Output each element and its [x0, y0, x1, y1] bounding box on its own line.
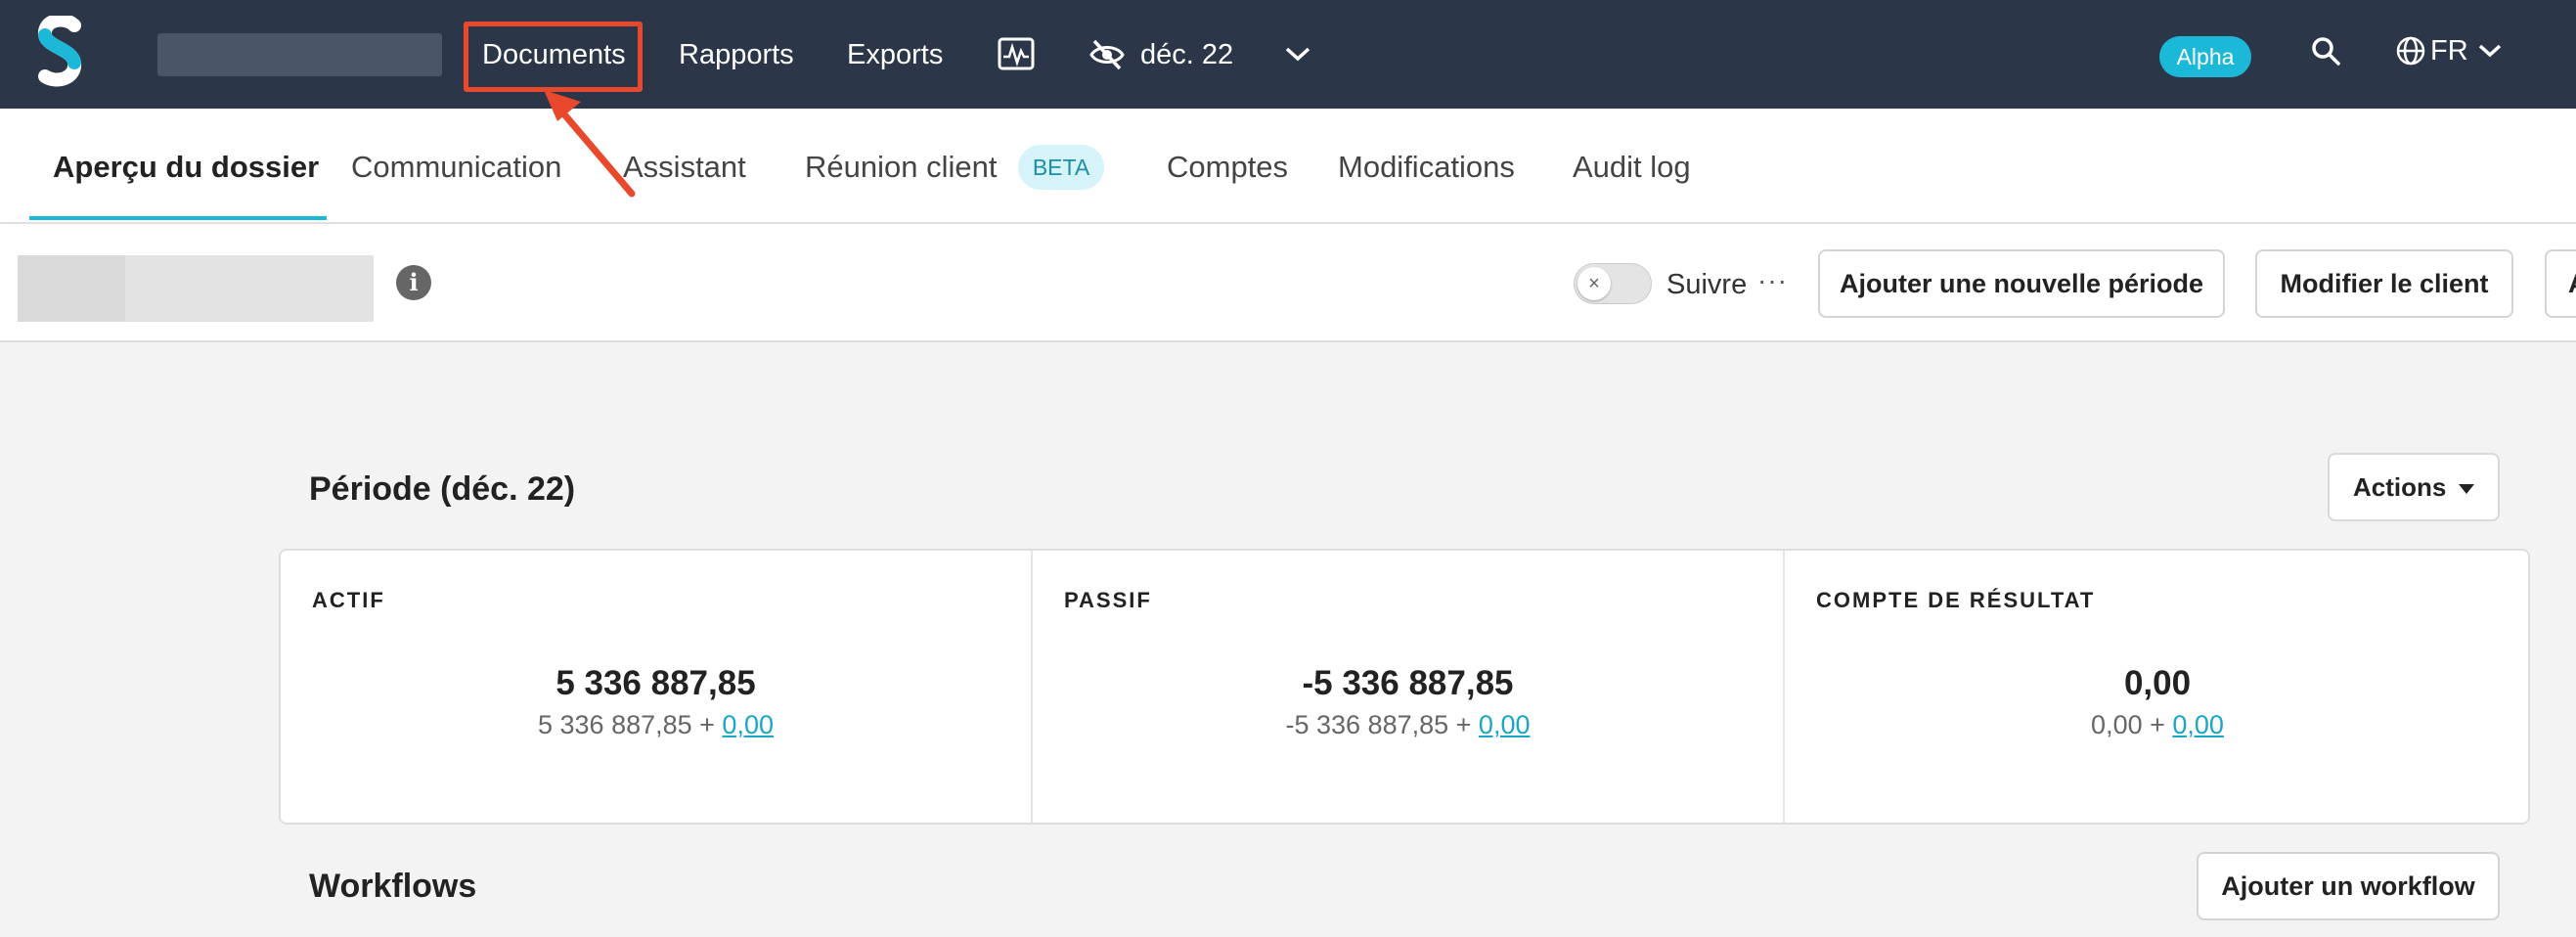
- adjustment-link[interactable]: 0,00: [2172, 710, 2224, 739]
- chevron-down-icon[interactable]: [1283, 44, 1312, 64]
- caret-down-icon: [2459, 484, 2474, 494]
- edit-client-button[interactable]: Modifier le client: [2255, 249, 2513, 318]
- client-name-placeholder: [18, 255, 374, 322]
- tab-audit-log[interactable]: Audit log: [1573, 148, 1691, 187]
- info-icon[interactable]: i: [396, 265, 431, 300]
- highlight-box: [464, 22, 643, 92]
- nav-exports[interactable]: Exports: [847, 35, 943, 74]
- search-icon[interactable]: [2310, 35, 2341, 67]
- column-label: ACTIF: [312, 588, 385, 612]
- add-period-button[interactable]: Ajouter une nouvelle période: [1818, 249, 2225, 318]
- column-value: 5 336 887,85: [555, 664, 756, 702]
- summary-column-compte-de-resultat: COMPTE DE RÉSULTAT 0,00 0,00 + 0,00: [1785, 551, 2530, 823]
- adjustment-link[interactable]: 0,00: [1479, 710, 1531, 739]
- actions-dropdown-button[interactable]: Actions: [2328, 453, 2500, 521]
- column-value: -5 336 887,85: [1302, 664, 1514, 702]
- period-title: Période (déc. 22): [309, 470, 576, 508]
- workflows-title: Workflows: [309, 868, 477, 905]
- breakdown-base: 0,00 +: [2091, 710, 2173, 739]
- breakdown-base: 5 336 887,85 +: [538, 710, 723, 739]
- tab-comptes[interactable]: Comptes: [1167, 148, 1288, 187]
- column-breakdown: 0,00 + 0,00: [1785, 710, 2530, 740]
- period-summary-card: ACTIF 5 336 887,85 5 336 887,85 + 0,00 P…: [279, 549, 2530, 825]
- column-label: COMPTE DE RÉSULTAT: [1816, 588, 2096, 612]
- more-dots-icon[interactable]: ···: [1757, 263, 1788, 298]
- follow-toggle[interactable]: ×: [1574, 263, 1652, 304]
- tab-apercu-du-dossier[interactable]: Aperçu du dossier: [53, 148, 319, 187]
- period-selector-label[interactable]: déc. 22: [1140, 35, 1233, 74]
- annotation-arrow: [544, 90, 636, 198]
- eye-off-icon[interactable]: [1088, 38, 1126, 71]
- activity-monitor-icon[interactable]: [998, 37, 1035, 72]
- breakdown-base: -5 336 887,85 +: [1285, 710, 1479, 739]
- language-label: FR: [2430, 35, 2468, 67]
- column-label: PASSIF: [1064, 588, 1152, 612]
- alpha-badge: Alpha: [2159, 36, 2251, 77]
- blurred-organization-name[interactable]: [157, 33, 442, 76]
- column-value: 0,00: [2123, 664, 2192, 702]
- actions-label: Actions: [2353, 472, 2447, 502]
- tab-modifications[interactable]: Modifications: [1338, 148, 1515, 187]
- summary-column-actif: ACTIF 5 336 887,85 5 336 887,85 + 0,00: [281, 551, 1031, 823]
- adjustment-link[interactable]: 0,00: [722, 710, 774, 739]
- follow-label: Suivre: [1666, 269, 1748, 300]
- active-tab-underline: [29, 216, 327, 220]
- beta-badge: BETA: [1018, 145, 1104, 190]
- tab-bar: Aperçu du dossier Communication Assistan…: [0, 109, 2576, 224]
- top-navigation-bar: Documents Rapports Exports déc. 22 Alpha…: [0, 0, 2576, 109]
- tab-reunion-client[interactable]: Réunion client: [805, 148, 997, 187]
- add-workflow-button[interactable]: Ajouter un workflow: [2197, 852, 2500, 920]
- summary-column-passif: PASSIF -5 336 887,85 -5 336 887,85 + 0,0…: [1033, 551, 1783, 823]
- column-breakdown: 5 336 887,85 + 0,00: [281, 710, 1031, 740]
- column-breakdown: -5 336 887,85 + 0,00: [1033, 710, 1783, 740]
- globe-icon: [2396, 36, 2425, 66]
- chevron-down-icon: [2478, 44, 2502, 58]
- nav-rapports[interactable]: Rapports: [679, 35, 794, 74]
- tab-communication[interactable]: Communication: [351, 148, 561, 187]
- truncated-button[interactable]: A: [2545, 249, 2576, 318]
- s-logo-icon[interactable]: [35, 16, 86, 88]
- toggle-x-icon: ×: [1577, 267, 1611, 300]
- client-header-bar: i × Suivre ··· Ajouter une nouvelle péri…: [0, 224, 2576, 342]
